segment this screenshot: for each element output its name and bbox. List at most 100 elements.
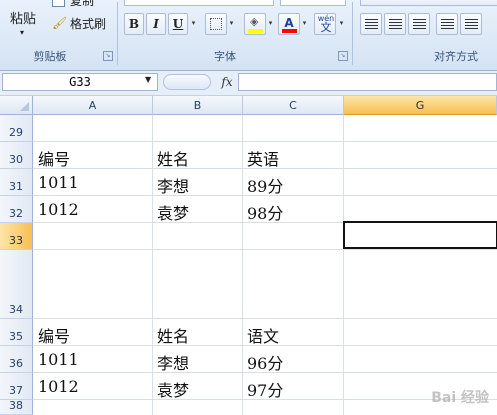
phonetic-guide-dropdown-icon[interactable]: ▾ (337, 13, 346, 33)
font-color-dropdown-icon[interactable]: ▾ (300, 13, 309, 33)
row-header-35[interactable]: 35 (0, 319, 33, 346)
copy-icon (52, 0, 65, 7)
cell-a32[interactable]: 1012 (38, 200, 79, 219)
cell-a31[interactable]: 1011 (38, 173, 79, 192)
column-header-g[interactable]: G (344, 96, 497, 115)
fill-color-swatch (248, 29, 263, 33)
font-launcher-icon[interactable]: ↘ (338, 51, 348, 61)
borders-icon (210, 18, 222, 30)
cell-b36[interactable]: 李想 (157, 350, 189, 374)
font-group-label: 字体 (214, 50, 236, 63)
cell-a30[interactable]: 编号 (38, 146, 70, 170)
formula-bar-resize-handle[interactable] (163, 74, 211, 90)
copy-label: 复制 (70, 0, 95, 8)
phonetic-guide-icon: wén 文 (317, 14, 335, 34)
gridline (33, 141, 497, 142)
worksheet-grid[interactable]: A B C G 29 30 31 32 33 34 35 36 37 38 编号… (0, 96, 497, 415)
row-header-32[interactable]: 32 (0, 196, 33, 223)
formula-input[interactable] (238, 73, 497, 91)
align-center-button[interactable] (384, 13, 406, 35)
clipboard-launcher-icon[interactable]: ↘ (103, 51, 113, 61)
cell-b30[interactable]: 姓名 (157, 146, 189, 170)
paint-bucket-icon: ◈ (250, 15, 259, 28)
cell-b37[interactable]: 袁梦 (157, 377, 189, 401)
borders-dropdown-icon[interactable]: ▾ (227, 13, 236, 33)
font-color-swatch (282, 29, 297, 33)
increase-indent-icon (465, 19, 478, 30)
copy-button[interactable]: 复制 (52, 0, 112, 8)
column-header-c[interactable]: C (243, 96, 344, 115)
paste-button[interactable]: 粘贴 ▾ (4, 2, 44, 46)
ribbon: 粘贴 ▾ 复制 🖌 格式刷 剪贴板 ↘ B I U ▾ ▾ ◈ ▾ A ▾ wé… (0, 0, 497, 71)
font-color-button[interactable]: A (278, 13, 300, 35)
row-header-31[interactable]: 31 (0, 169, 33, 196)
gridline (33, 249, 497, 250)
row-header-38[interactable]: 38 (0, 399, 33, 415)
cell-c32[interactable]: 98分 (247, 200, 283, 224)
name-box[interactable]: G33 (2, 73, 158, 91)
row-header-33[interactable]: 33 (0, 223, 33, 250)
underline-label: U (172, 17, 184, 31)
align-right-icon (413, 19, 426, 30)
cell-b32[interactable]: 袁梦 (157, 200, 189, 224)
bold-label: B (128, 17, 140, 31)
decrease-indent-button[interactable] (436, 13, 458, 35)
cell-a35[interactable]: 编号 (38, 323, 70, 347)
select-all-icon (20, 102, 29, 111)
row-header-37[interactable]: 37 (0, 373, 33, 400)
column-header-b[interactable]: B (153, 96, 243, 115)
cell-c35[interactable]: 语文 (247, 323, 279, 347)
bold-button[interactable]: B (124, 13, 144, 35)
font-color-glyph: A (284, 16, 294, 30)
align-left-icon (365, 19, 378, 30)
format-painter-label: 格式刷 (70, 17, 107, 31)
format-painter-button[interactable]: 🖌 格式刷 (52, 14, 114, 32)
top-align-strip (360, 0, 497, 6)
phonetic-guide-button[interactable]: wén 文 (314, 13, 336, 35)
format-painter-icon: 🖌 (52, 16, 68, 30)
italic-button[interactable]: I (146, 13, 166, 35)
underline-dropdown-icon[interactable]: ▾ (189, 13, 198, 33)
decrease-indent-icon (441, 19, 454, 30)
cell-a37[interactable]: 1012 (38, 377, 79, 396)
gridline (343, 115, 344, 415)
font-size-combo[interactable] (280, 0, 346, 6)
cell-a36[interactable]: 1011 (38, 350, 79, 369)
cell-c30[interactable]: 英语 (247, 146, 279, 170)
cell-b31[interactable]: 李想 (157, 173, 189, 197)
formula-bar: G33 ▼ fx (0, 71, 497, 96)
clipboard-group-label: 剪贴板 (33, 50, 67, 63)
cell-c36[interactable]: 96分 (247, 350, 283, 374)
ribbon-separator (352, 2, 353, 65)
increase-indent-button[interactable] (460, 13, 482, 35)
underline-button[interactable]: U (168, 13, 188, 35)
row-header-34[interactable]: 34 (0, 250, 33, 319)
cell-c37[interactable]: 97分 (247, 377, 283, 401)
alignment-group-label: 对齐方式 (434, 50, 478, 63)
column-header-a[interactable]: A (33, 96, 153, 115)
font-name-combo[interactable] (124, 0, 274, 6)
borders-button[interactable] (205, 13, 227, 35)
insert-function-icon[interactable]: fx (216, 73, 238, 91)
fill-color-dropdown-icon[interactable]: ▾ (266, 13, 275, 33)
selected-cell-g33[interactable] (343, 221, 497, 249)
gridline (152, 115, 153, 415)
align-left-button[interactable] (360, 13, 382, 35)
baidu-watermark: Bai 经验 (431, 390, 489, 406)
row-header-36[interactable]: 36 (0, 346, 33, 373)
cell-c31[interactable]: 89分 (247, 173, 283, 197)
fill-color-button[interactable]: ◈ (244, 13, 266, 35)
cell-b35[interactable]: 姓名 (157, 323, 189, 347)
paste-dropdown-icon: ▾ (20, 28, 25, 37)
name-box-dropdown-icon[interactable]: ▼ (145, 75, 151, 84)
ribbon-separator (117, 2, 118, 65)
paste-label: 粘贴 (10, 12, 37, 27)
align-center-icon (389, 19, 402, 30)
gridline (33, 318, 497, 319)
gridline (242, 115, 243, 415)
row-header-29[interactable]: 29 (0, 115, 33, 142)
italic-label: I (153, 17, 159, 31)
select-all-corner[interactable] (0, 96, 33, 115)
align-right-button[interactable] (408, 13, 430, 35)
row-header-30[interactable]: 30 (0, 142, 33, 169)
